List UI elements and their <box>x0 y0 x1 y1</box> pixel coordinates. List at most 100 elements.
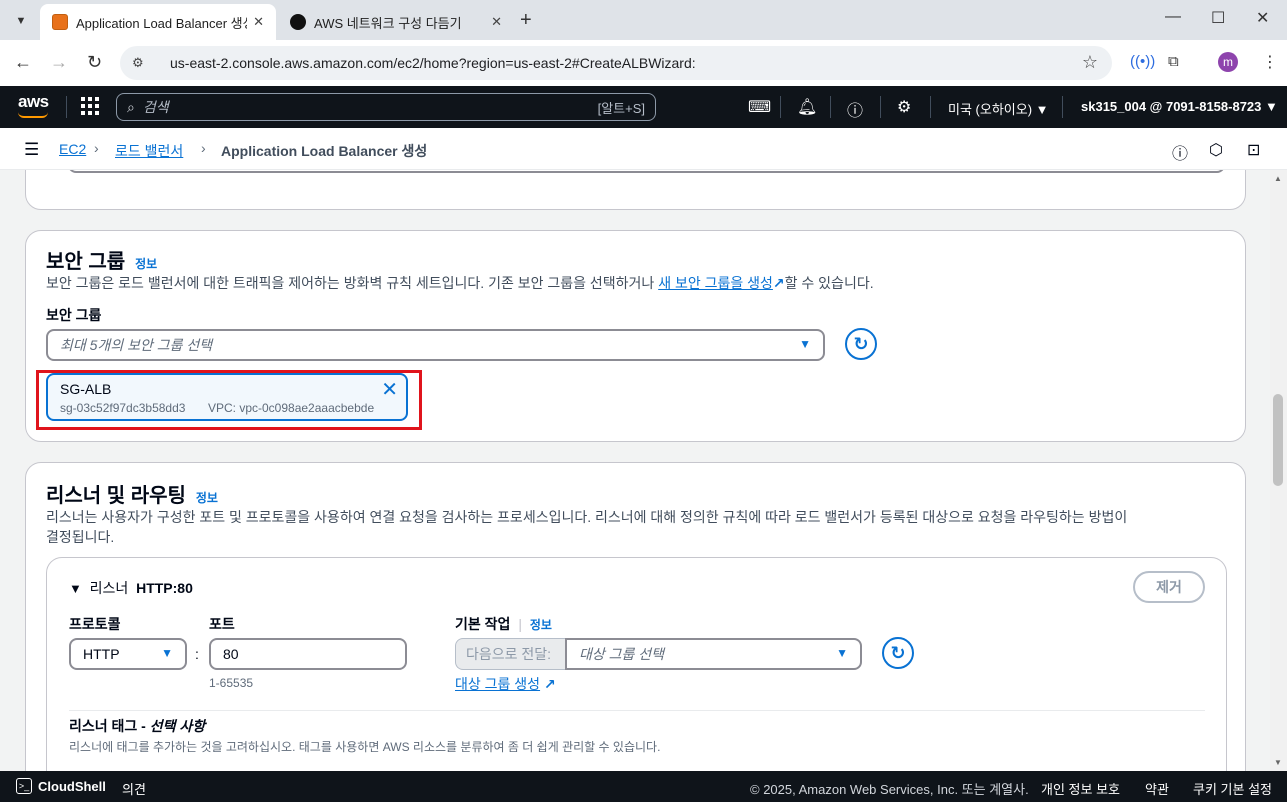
cookie-preferences-link[interactable]: 쿠키 기본 설정 <box>1193 779 1272 798</box>
colon-separator: : <box>195 646 199 662</box>
copyright-text: © 2025, Amazon Web Services, Inc. 또는 계열사… <box>750 782 1029 797</box>
main-content: 보안 그룹 정보 보안 그룹은 로드 밸런서에 대한 트래픽을 제어하는 방화벽… <box>0 170 1270 771</box>
protocol-label: 프로토콜 <box>69 616 121 632</box>
hamburger-menu-icon[interactable]: ☰ <box>24 140 39 160</box>
security-group-select[interactable]: 최대 5개의 보안 그룹 선택 ▼ <box>46 329 825 361</box>
extension-icon[interactable]: ((•)) <box>1130 53 1155 70</box>
divider <box>1062 96 1063 118</box>
privacy-link[interactable]: 개인 정보 보호 <box>1041 779 1120 798</box>
description-text: 보안 그룹은 로드 밸런서에 대한 트래픽을 제어하는 방화벽 규칙 세트입니다… <box>46 275 659 291</box>
listener-header[interactable]: ▼ 리스너 HTTP:80 <box>69 578 193 598</box>
port-input[interactable]: 80 <box>209 638 407 670</box>
breadcrumb-separator: › <box>94 140 99 156</box>
reload-icon[interactable]: ↻ <box>87 52 102 73</box>
shield-icon[interactable]: ⬡ <box>1209 140 1223 160</box>
token-sg-id: sg-03c52f97dc3b58dd3 <box>60 401 186 415</box>
description-text: 리스너는 사용자가 구성한 포트 및 프로토콜을 사용하여 연결 요청을 검사하… <box>46 509 1128 525</box>
tab-title: Application Load Balancer 생성 | E <box>76 15 247 31</box>
selected-security-group-token: SG-ALB sg-03c52f97dc3b58dd3 VPC: vpc-0c0… <box>46 373 408 421</box>
back-icon[interactable]: ← <box>14 52 32 73</box>
listener-prefix: 리스너 <box>89 580 129 596</box>
divider <box>69 710 1205 711</box>
browser-tab-bar: ▼ Application Load Balancer 생성 | E ✕ AWS… <box>0 0 1287 40</box>
refresh-icon: ↻ <box>890 642 906 663</box>
target-group-select[interactable]: 대상 그룹 선택 ▼ <box>565 638 862 670</box>
tab-search-icon[interactable]: ▼ <box>8 8 34 34</box>
section-description: 리스너는 사용자가 구성한 포트 및 프로토콜을 사용하여 연결 요청을 검사하… <box>46 507 1226 547</box>
page-scrollbar[interactable]: ▲ ▼ <box>1270 170 1287 771</box>
scrollbar-thumb[interactable] <box>1273 394 1283 486</box>
refresh-button[interactable]: ↻ <box>882 637 914 669</box>
listener-panel: ▼ 리스너 HTTP:80 제거 프로토콜 HTTP ▼ : 포트 80 1-6… <box>46 557 1227 771</box>
security-group-card: 보안 그룹 정보 보안 그룹은 로드 밸런서에 대한 트래픽을 제어하는 방화벽… <box>25 230 1246 442</box>
breadcrumb-ec2[interactable]: EC2 <box>59 141 86 157</box>
cloudshell-icon[interactable]: ⌨ <box>748 97 771 117</box>
remove-token-icon[interactable]: ✕ <box>381 377 398 402</box>
divider <box>780 96 781 118</box>
aws-logo[interactable]: aws <box>18 92 49 112</box>
feedback-icon[interactable]: ⊡ <box>1247 140 1260 160</box>
aws-favicon-icon <box>52 14 68 30</box>
select-placeholder: 최대 5개의 보안 그룹 선택 <box>60 337 213 353</box>
info-link[interactable]: 정보 <box>530 618 552 632</box>
subnet-field[interactable] <box>68 170 1225 173</box>
profile-avatar[interactable]: m <box>1218 52 1238 72</box>
expand-caret-icon[interactable]: ▼ <box>69 581 82 596</box>
listener-name: HTTP:80 <box>136 580 193 596</box>
new-tab-button[interactable]: + <box>520 9 532 32</box>
tab-alb-create[interactable]: Application Load Balancer 생성 | E ✕ <box>40 4 276 40</box>
field-label: 보안 그룹 <box>46 307 102 323</box>
bookmark-star-icon[interactable]: ☆ <box>1082 52 1098 73</box>
token-name: SG-ALB <box>60 381 112 397</box>
remove-listener-button[interactable]: 제거 <box>1133 571 1205 603</box>
search-shortcut: [알트+S] <box>597 100 645 116</box>
maximize-icon[interactable]: ☐ <box>1211 8 1225 28</box>
refresh-button[interactable]: ↻ <box>845 328 877 360</box>
breadcrumb-separator: › <box>201 140 206 156</box>
divider: | <box>518 616 522 632</box>
info-panel-icon[interactable]: ⓘ <box>1172 140 1188 164</box>
section-title: 보안 그룹 <box>46 251 126 273</box>
info-link[interactable]: 정보 <box>135 257 157 271</box>
region-selector[interactable]: 미국 (오하이오) ▼ <box>948 99 1049 118</box>
tab-chatgpt[interactable]: AWS 네트워크 구성 다듬기 ✕ <box>278 4 514 40</box>
divider <box>930 96 931 118</box>
address-bar: ← → ↻ ⚙ us-east-2.console.aws.amazon.com… <box>0 40 1287 86</box>
scroll-up-icon[interactable]: ▲ <box>1274 174 1282 183</box>
breadcrumb-load-balancers[interactable]: 로드 밸런서 <box>115 141 183 161</box>
create-target-group-link[interactable]: 대상 그룹 생성 <box>455 676 540 692</box>
forward-icon[interactable]: → <box>50 52 68 73</box>
cloudshell-button[interactable]: CloudShell <box>38 779 106 794</box>
url-field[interactable]: ⚙ us-east-2.console.aws.amazon.com/ec2/h… <box>120 46 1112 80</box>
refresh-icon: ↻ <box>853 333 869 354</box>
scroll-down-icon[interactable]: ▼ <box>1274 758 1282 767</box>
console-search-input[interactable]: ⌕ 검색 [알트+S] <box>116 93 656 121</box>
section-description: 보안 그룹은 로드 밸런서에 대한 트래픽을 제어하는 방화벽 규칙 세트입니다… <box>46 273 874 293</box>
url-text: us-east-2.console.aws.amazon.com/ec2/hom… <box>170 55 696 71</box>
search-placeholder: 검색 <box>142 99 169 115</box>
create-security-group-link[interactable]: 새 보안 그룹을 생성 <box>658 275 773 291</box>
help-icon[interactable]: ⓘ <box>847 97 863 121</box>
description-text: 할 수 있습니다. <box>784 275 874 291</box>
info-link[interactable]: 정보 <box>196 491 218 505</box>
minimize-icon[interactable]: — <box>1165 8 1181 26</box>
account-menu[interactable]: sk315_004 @ 7091-8158-8723 ▼ <box>1081 99 1278 114</box>
site-info-icon[interactable]: ⚙ <box>132 55 154 71</box>
settings-gear-icon[interactable]: ⚙ <box>897 97 911 117</box>
terms-link[interactable]: 약관 <box>1145 779 1169 798</box>
protocol-select[interactable]: HTTP ▼ <box>69 638 187 670</box>
port-hint: 1-65535 <box>209 676 254 690</box>
external-link-icon: ↗ <box>772 275 785 291</box>
listener-tags-description: 리스너에 태그를 추가하는 것을 고려하십시오. 태그를 사용하면 AWS 리소… <box>69 740 661 754</box>
protocol-value: HTTP <box>83 646 120 662</box>
cloudshell-icon[interactable]: >_ <box>16 778 32 794</box>
close-icon[interactable]: ✕ <box>253 14 264 30</box>
notifications-bell-icon[interactable]: 🔔︎ <box>797 97 817 117</box>
services-grid-icon[interactable] <box>81 97 99 115</box>
browser-menu-icon[interactable]: ⋮ <box>1262 52 1278 72</box>
window-close-icon[interactable]: ✕ <box>1256 8 1269 28</box>
extensions-puzzle-icon[interactable]: ⧉ <box>1168 53 1179 70</box>
close-icon[interactable]: ✕ <box>491 14 502 30</box>
caret-down-icon: ▼ <box>836 646 848 660</box>
feedback-button[interactable]: 의견 <box>122 779 146 798</box>
